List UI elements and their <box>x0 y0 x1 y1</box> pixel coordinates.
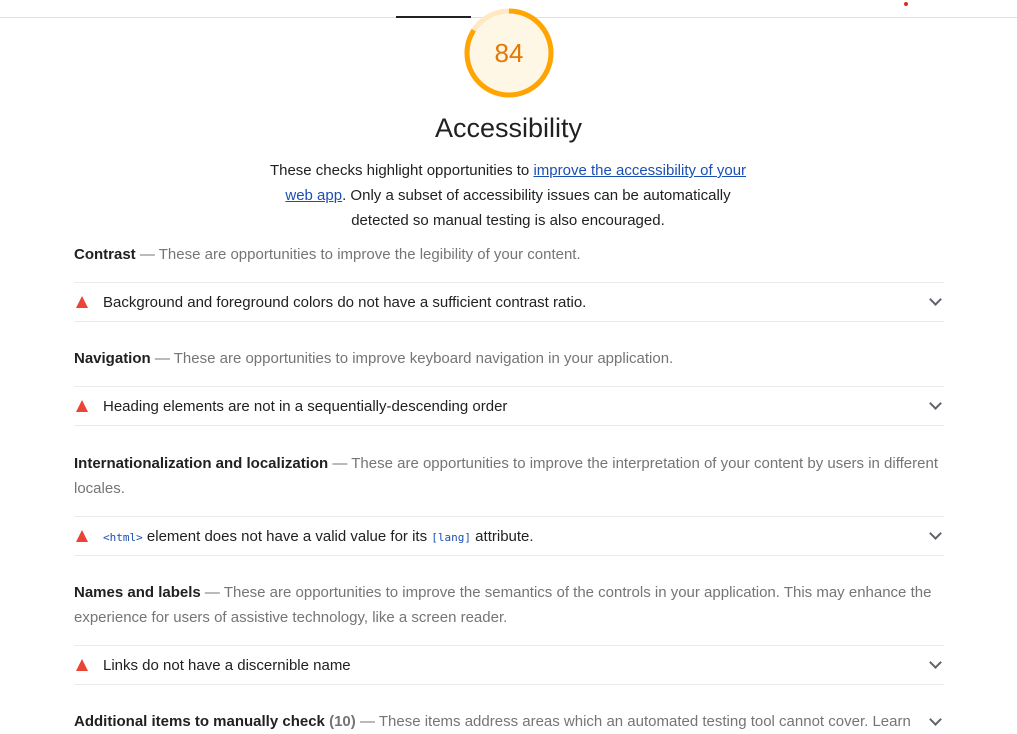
group-names-labels-header: Names and labels — These are opportuniti… <box>74 580 944 630</box>
chevron-down-icon[interactable] <box>929 656 942 669</box>
audit-title-text-end: attribute. <box>471 527 534 545</box>
audit-title: <html> element does not have a valid val… <box>103 528 931 545</box>
audit-title: Links do not have a discernible name <box>103 656 351 674</box>
group-description: These are opportunities to improve keybo… <box>173 350 674 367</box>
group-navigation-header: Navigation — These are opportunities to … <box>74 346 944 371</box>
group-description: These are opportunities to improve the l… <box>158 246 581 263</box>
group-navigation: Navigation — These are opportunities to … <box>74 346 944 371</box>
group-dash: — <box>154 350 170 367</box>
chevron-down-icon[interactable] <box>929 527 942 540</box>
active-tab-indicator <box>396 16 471 18</box>
description-text-post: . Only a subset of accessibility issues … <box>342 187 731 229</box>
chevron-down-icon[interactable] <box>929 293 942 306</box>
html-tag-code: <html> <box>103 530 143 544</box>
group-dash: — <box>204 584 220 601</box>
group-i18n: Internationalization and localization — … <box>74 451 944 501</box>
audit-title: Background and foreground colors do not … <box>103 293 587 311</box>
group-title: Contrast <box>74 246 136 263</box>
audit-link-name[interactable]: Links do not have a discernible name <box>74 645 944 685</box>
category-description: These checks highlight opportunities to … <box>258 158 758 233</box>
group-title: Internationalization and localization <box>74 455 329 472</box>
notification-dot <box>904 2 908 6</box>
group-contrast-header: Contrast — These are opportunities to im… <box>74 242 944 267</box>
fail-triangle-icon <box>76 659 88 671</box>
fail-triangle-icon <box>76 296 88 308</box>
chevron-down-icon[interactable] <box>929 397 942 410</box>
fail-triangle-icon <box>76 400 88 412</box>
group-names-labels: Names and labels — These are opportuniti… <box>74 580 944 630</box>
group-count: (10) <box>329 713 356 730</box>
score-gauge[interactable]: 84 <box>463 7 555 99</box>
group-title: Navigation <box>74 350 151 367</box>
audit-html-lang-valid[interactable]: <html> element does not have a valid val… <box>74 516 944 556</box>
group-dash: — <box>359 713 375 730</box>
group-i18n-header: Internationalization and localization — … <box>74 451 944 501</box>
audit-title-text: element does not have a valid value for … <box>142 527 432 545</box>
chevron-down-icon[interactable] <box>929 713 942 726</box>
group-manual-header[interactable]: Additional items to manually check (10) … <box>74 709 919 734</box>
group-description: These are opportunities to improve the s… <box>74 584 932 626</box>
group-dash: — <box>332 455 348 472</box>
group-description: These items address areas which an autom… <box>378 713 911 730</box>
audit-title: Heading elements are not in a sequential… <box>103 397 508 415</box>
group-contrast: Contrast — These are opportunities to im… <box>74 242 944 267</box>
group-title: Additional items to manually check <box>74 713 325 730</box>
category-title: Accessibility <box>434 113 583 143</box>
lang-attr-code: [lang] <box>431 530 472 544</box>
score-value: 84 <box>494 38 524 68</box>
audit-heading-order[interactable]: Heading elements are not in a sequential… <box>74 386 944 426</box>
description-text-pre: These checks highlight opportunities to <box>269 162 534 179</box>
fail-triangle-icon <box>76 530 88 542</box>
group-title: Names and labels <box>74 584 201 601</box>
group-dash: — <box>139 246 155 263</box>
audit-color-contrast[interactable]: Background and foreground colors do not … <box>74 282 944 322</box>
